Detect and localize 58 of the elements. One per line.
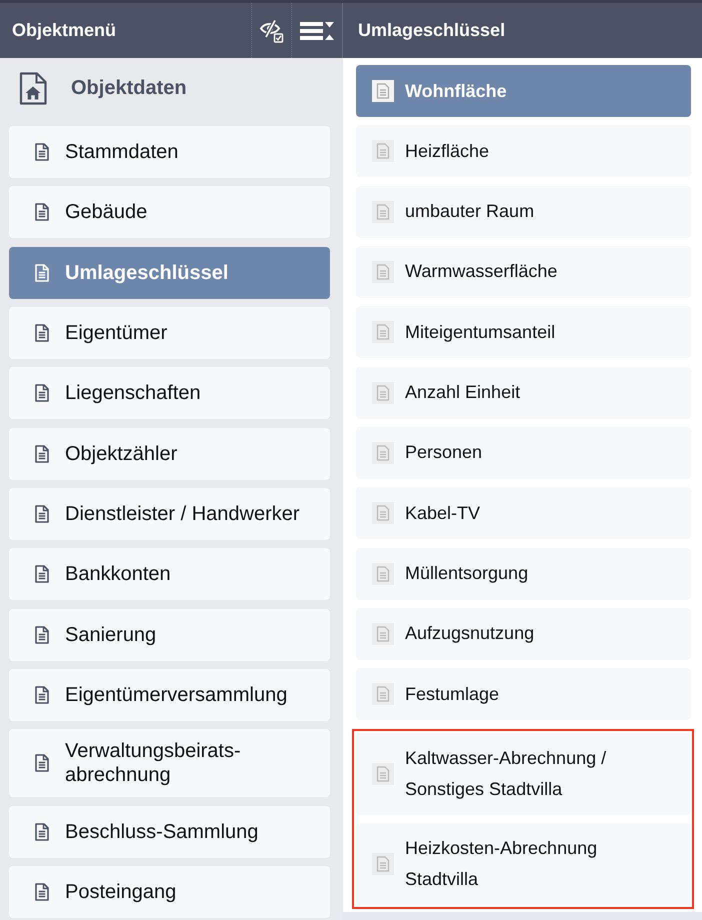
panel-title: Objektmenü [11, 20, 118, 41]
list-item[interactable]: Aufzugsnutzung [356, 608, 691, 660]
document-icon [35, 504, 49, 523]
list-item[interactable]: Wohnfläche [356, 65, 691, 117]
document-icon [35, 822, 49, 841]
document-icon [35, 444, 49, 463]
hide-toggle-icon[interactable] [258, 18, 284, 42]
document-icon [372, 502, 394, 524]
document-icon [372, 762, 394, 785]
document-icon [372, 321, 394, 344]
collapse-list-icon[interactable] [300, 20, 334, 40]
list-item[interactable]: Kabel-TV [356, 487, 691, 540]
menu-item[interactable]: Objektzähler [9, 428, 330, 480]
document-icon [35, 324, 49, 342]
list-item[interactable]: Müllentsorgung [356, 548, 691, 600]
document-icon [372, 622, 394, 645]
document-icon [35, 626, 49, 644]
document-icon [372, 852, 394, 875]
list-item[interactable]: Warmwasserfläche [356, 246, 691, 298]
document-icon [35, 754, 49, 772]
document-icon [372, 562, 394, 585]
menu-item[interactable]: Umlageschlüssel [9, 246, 330, 299]
panel-title: Umlageschlüssel [358, 20, 506, 41]
list-item[interactable]: Festumlage [356, 668, 691, 720]
menu-item[interactable]: Sanierung [9, 608, 330, 661]
document-icon [35, 384, 49, 402]
list-item[interactable]: Heizfläche [356, 125, 691, 178]
menu-item[interactable]: Verwaltungsbeirats-abrechnung [9, 729, 330, 798]
document-icon [372, 80, 394, 102]
menu-item[interactable]: Stammdaten [9, 126, 330, 178]
menu-item[interactable]: Liegenschaften [9, 367, 330, 420]
menu-item[interactable]: Bankkonten [9, 548, 330, 600]
document-icon [35, 264, 49, 282]
document-icon [35, 143, 49, 161]
menu-item[interactable]: Beschluss-Sammlung [9, 806, 330, 858]
menu-item[interactable]: Posteingang [9, 866, 330, 918]
menu-item[interactable]: Eigentümerversammlung [9, 668, 330, 721]
list-item[interactable]: Miteigentumsanteil [356, 306, 691, 358]
list-item[interactable]: Heizkosten-Abrechnung Stadtvilla [356, 822, 691, 905]
document-icon [35, 203, 49, 222]
document-icon [372, 260, 394, 283]
list-item[interactable]: Kaltwasser-Abrechnung / Sonstiges Stadtvilla [356, 732, 691, 815]
document-icon [372, 382, 394, 404]
menu-item[interactable]: Gebäude [9, 186, 330, 238]
document-icon [35, 565, 49, 584]
list-item[interactable]: Anzahl Einheit [356, 366, 691, 419]
section-title: Objektdaten [71, 76, 187, 100]
menu-item[interactable]: Eigentümer [9, 306, 330, 359]
house-document-icon [19, 72, 47, 104]
document-icon [372, 200, 394, 223]
document-icon [35, 686, 49, 704]
document-icon [372, 442, 394, 464]
document-icon [35, 882, 49, 901]
menu-item[interactable]: Dienstleister / Handwerker [9, 488, 330, 540]
document-icon [372, 140, 394, 162]
list-item[interactable]: umbauter Raum [356, 186, 691, 238]
list-item[interactable]: Personen [356, 426, 691, 479]
document-icon [372, 683, 394, 706]
